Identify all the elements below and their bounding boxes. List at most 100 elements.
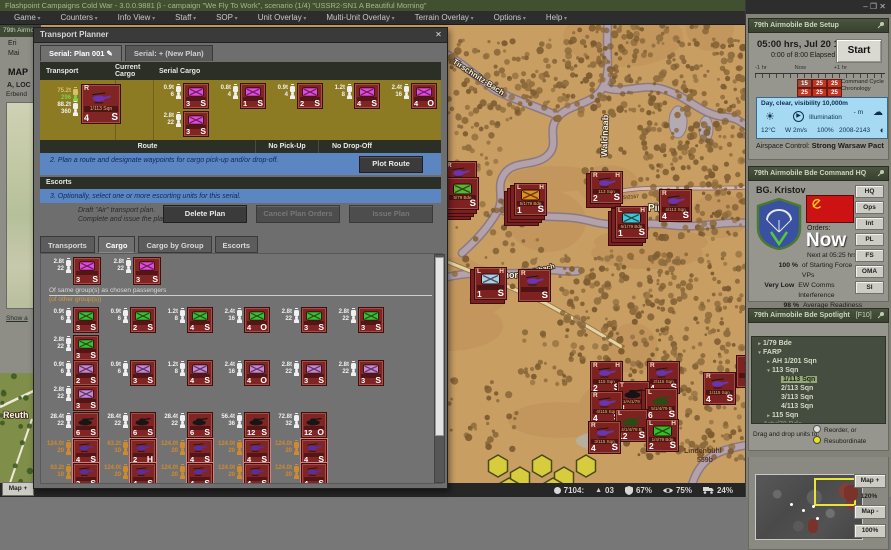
unit-counter[interactable]: 4 S xyxy=(187,463,213,484)
oob-item-4-113-sqn[interactable]: 4/113 Sqn xyxy=(752,402,885,411)
menu-game[interactable]: Game xyxy=(4,13,50,22)
cargo-item[interactable]: 124.0t 20 4 S xyxy=(159,463,216,484)
unit-counter[interactable]: 4 S xyxy=(301,463,327,484)
map-unit-1-4-79-bde[interactable]: L H 1/4/79 Bde 2 S xyxy=(646,419,679,452)
cargo-item[interactable]: 2.8t 22 3 S xyxy=(273,360,330,386)
map-unit-113-sqn[interactable]: R H 113 Sqn 2 S xyxy=(590,171,623,204)
unit-counter[interactable]: 3 S xyxy=(133,257,161,285)
delete-plan-button[interactable]: Delete Plan xyxy=(163,205,247,223)
dialog-title[interactable]: Transport Planner xyxy=(34,28,447,43)
cargo-item[interactable]: 2.8t 22 3 S xyxy=(45,335,102,361)
unit-counter[interactable]: 3 S xyxy=(130,360,156,386)
oob-item-3-113-sqn[interactable]: 3/113 Sqn xyxy=(752,393,885,402)
menu-info-view[interactable]: Info View xyxy=(108,13,165,22)
map-unit-6-1-79-bde[interactable]: L H 6/1/79 Bde 1 S xyxy=(615,206,648,239)
map-unit-3-115-sqn[interactable]: R 3/115 Sqn 4 S xyxy=(588,421,621,454)
unit-counter[interactable]: 4 O xyxy=(411,83,437,109)
oob-item-ah-1-201-sqn[interactable]: ▸AH 1/201 Sqn xyxy=(752,357,885,366)
cargo-item[interactable]: 2.8t 22 3 S xyxy=(330,360,387,386)
cargo-item[interactable]: 124.0t 20 4 S xyxy=(216,463,273,484)
tab-escorts[interactable]: Escorts xyxy=(215,236,259,253)
cargo-item[interactable]: 1.2t 8 4 S xyxy=(159,360,216,386)
menu-terrain-overlay[interactable]: Terrain Overlay xyxy=(405,13,484,22)
unit-counter[interactable]: 4 S xyxy=(73,439,99,465)
map-zoom-in-button[interactable]: Map + xyxy=(2,482,34,496)
oob-item-113-sqn[interactable]: ▾113 Sqn xyxy=(752,366,885,375)
pin-icon[interactable] xyxy=(877,311,885,319)
unit-counter[interactable]: 3 S xyxy=(183,83,209,109)
unit-counter[interactable]: 6 S xyxy=(73,412,99,438)
menu-staff[interactable]: Staff xyxy=(165,13,206,22)
cargo-item[interactable]: 28.4t 22 6 S xyxy=(45,412,102,438)
cargo-item[interactable]: 0.9t 6 3 S xyxy=(102,360,159,386)
tab-transports[interactable]: Transports xyxy=(40,236,95,253)
unit-counter[interactable]: 3 S xyxy=(73,257,101,285)
cargo-item[interactable]: 0.9t 6 2 S xyxy=(45,360,102,386)
unit-counter[interactable]: 3 S xyxy=(358,307,384,333)
cargo-item[interactable]: 0.9t 6 3 S xyxy=(155,83,212,109)
map-unit-stack[interactable]: L H 1 S xyxy=(474,267,507,300)
unit-counter[interactable]: 4 S xyxy=(187,307,213,333)
unit-counter[interactable]: 2 S xyxy=(73,463,99,484)
map-unit-4-113-sqn[interactable]: R 4/113 Sqn 4 S xyxy=(659,189,692,222)
cargo-item[interactable]: 2.8t 22 3 S xyxy=(330,307,387,333)
cargo-item[interactable]: 124.0t 20 4 S xyxy=(102,463,159,484)
hq-button-int[interactable]: Int xyxy=(855,217,884,230)
start-button[interactable]: Start xyxy=(836,39,882,63)
map-unit-5-79-bde[interactable]: 5/79 Bde S xyxy=(446,177,479,210)
unit-counter[interactable]: 3 S xyxy=(358,360,384,386)
tab-cargo-by-group[interactable]: Cargo by Group xyxy=(138,236,211,253)
cargo-item[interactable]: 124.0t 20 4 S xyxy=(216,439,273,465)
unit-counter[interactable]: 1 S xyxy=(240,83,266,109)
cargo-item[interactable]: 28.4t 22 6 S xyxy=(159,412,216,438)
cargo-item[interactable]: 72.8t 32 12 O xyxy=(273,412,330,438)
menu-help[interactable]: Help xyxy=(536,13,577,22)
map-unit-5-1-79-bde[interactable]: L H 5/1/79 Bde 1 S xyxy=(514,183,547,216)
close-icon[interactable]: ✕ xyxy=(433,30,444,40)
minimap-zoom-reset-button[interactable]: 100% xyxy=(854,524,886,538)
menu-options[interactable]: Options xyxy=(484,13,536,22)
cargo-item[interactable]: 124.0t 20 4 S xyxy=(45,439,102,465)
plot-route-button[interactable]: Plot Route xyxy=(359,156,423,173)
cargo-item[interactable]: 2.8t 22 3 S xyxy=(45,257,102,285)
unit-counter[interactable]: 12 S xyxy=(244,412,270,438)
unit-counter[interactable]: 3 S xyxy=(301,307,327,333)
unit-counter[interactable]: 2 S xyxy=(130,307,156,333)
menu-unit-overlay[interactable]: Unit Overlay xyxy=(248,13,317,22)
unit-counter[interactable]: 4 S xyxy=(244,439,270,465)
map-unit-stack[interactable]: R S xyxy=(518,269,551,302)
collapse-icon[interactable]: ▾ xyxy=(765,368,772,374)
oob-item-1-79-bde[interactable]: ▸1/79 Bde xyxy=(752,339,885,348)
oob-item-1-113-sqn[interactable]: 1/113 Sqn xyxy=(752,375,885,384)
hq-button-hq[interactable]: HQ xyxy=(855,185,884,198)
hq-button-pl[interactable]: PL xyxy=(855,233,884,246)
unit-counter[interactable]: 2 S xyxy=(297,83,323,109)
minimap-zoom-in-button[interactable]: Map + xyxy=(854,474,886,488)
window-controls[interactable]: – ❐ ✕ xyxy=(746,0,891,14)
expand-icon[interactable]: ▸ xyxy=(765,359,772,365)
cargo-item[interactable]: 124.0t 20 4 S xyxy=(273,463,330,484)
cargo-item[interactable]: 0.8t 4 1 S xyxy=(212,83,269,109)
oob-item-farp[interactable]: ▾FARP xyxy=(752,348,885,357)
unit-counter[interactable]: 2 S xyxy=(73,360,99,386)
expand-icon[interactable]: ▸ xyxy=(756,341,763,347)
unit-counter[interactable]: 4 S xyxy=(187,439,213,465)
cargo-item[interactable]: 2.8t 22 3 S xyxy=(273,307,330,333)
unit-counter[interactable]: 4 S xyxy=(187,360,213,386)
oob-item-arty-79-bde[interactable]: ▸Arty/79 Bde xyxy=(752,420,885,424)
cargo-item[interactable]: 2.8t 22 3 S xyxy=(45,385,102,411)
setup-panel-header[interactable]: 79th Airmobile Bde Setup xyxy=(748,18,889,33)
pin-icon[interactable] xyxy=(877,169,885,177)
minimap[interactable] xyxy=(755,474,863,540)
cargo-item[interactable]: 28.4t 22 6 S xyxy=(102,412,159,438)
cargo-item[interactable]: 0.9t 4 2 S xyxy=(269,83,326,109)
unit-counter[interactable]: 3 S xyxy=(183,111,209,137)
unit-counter[interactable]: 4 O xyxy=(244,307,270,333)
dragdrop-option-resubordinate[interactable]: Resubordinate xyxy=(813,436,866,447)
collapse-icon[interactable]: ▾ xyxy=(756,350,763,356)
unit-counter[interactable]: 6 S xyxy=(187,412,213,438)
cargo-item[interactable]: 2.8t 22 3 S xyxy=(105,257,162,285)
cargo-item[interactable]: 1.2t 8 4 S xyxy=(159,307,216,333)
cargo-item[interactable]: 0.9t 6 3 S xyxy=(45,307,102,333)
unit-counter[interactable]: 3 S xyxy=(301,360,327,386)
